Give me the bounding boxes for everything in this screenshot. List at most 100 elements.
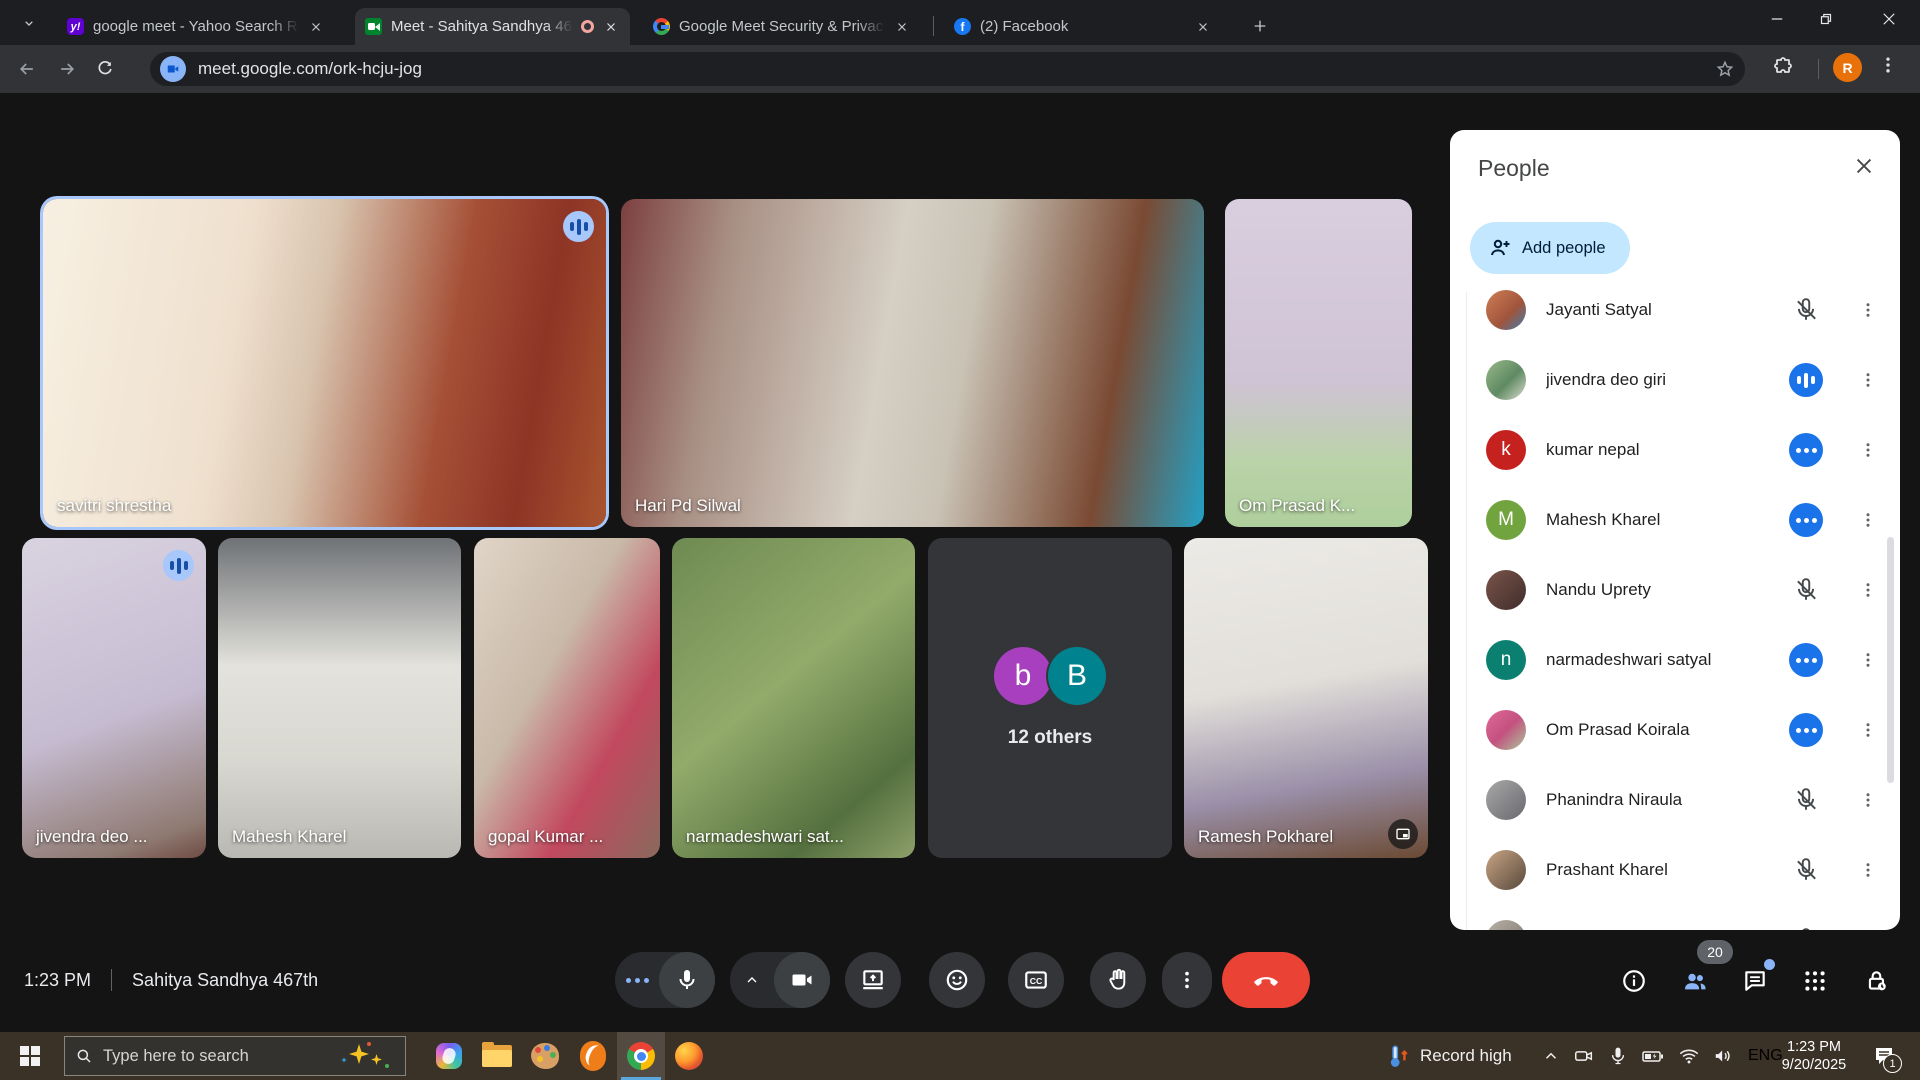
back-button[interactable] (11, 53, 43, 85)
notification-count-badge: 1 (1883, 1054, 1902, 1073)
reload-button[interactable] (89, 53, 121, 85)
forward-button[interactable] (51, 53, 83, 85)
participant-menu-button[interactable] (1856, 301, 1880, 319)
extensions-button[interactable] (1771, 55, 1795, 79)
add-people-button[interactable]: Add people (1470, 222, 1630, 274)
url-text[interactable]: meet.google.com/ork-hcju-jog (198, 59, 1715, 79)
video-tile-om-prasad[interactable]: Om Prasad K... (1225, 199, 1412, 527)
participant-menu-button[interactable] (1856, 511, 1880, 529)
address-bar[interactable]: meet.google.com/ork-hcju-jog (150, 52, 1745, 86)
window-minimize-button[interactable] (1754, 0, 1800, 38)
participant-menu-button[interactable] (1856, 861, 1880, 879)
meeting-details-button[interactable] (1620, 967, 1648, 995)
window-maximize-button[interactable] (1803, 0, 1849, 38)
people-panel-close-button[interactable] (1850, 152, 1878, 180)
taskbar-app-copilot[interactable] (425, 1032, 473, 1080)
audio-on-icon (1786, 503, 1826, 537)
taskbar-app-firefox[interactable] (665, 1032, 713, 1080)
tray-volume-icon[interactable] (1713, 1045, 1735, 1067)
reactions-button[interactable] (929, 952, 985, 1008)
people-panel-button[interactable] (1681, 967, 1709, 995)
window-close-button[interactable] (1866, 0, 1912, 38)
videocam-icon[interactable] (774, 952, 830, 1008)
profile-avatar[interactable]: R (1833, 53, 1862, 82)
participant-list: Jayanti Satyal jivendra deo giri (1450, 275, 1900, 930)
overflow-tile-12-others[interactable]: b B 12 others (928, 538, 1172, 858)
tray-battery-icon[interactable] (1641, 1044, 1665, 1068)
action-center-button[interactable]: 1 (1862, 1032, 1906, 1080)
participant-menu-button[interactable] (1856, 371, 1880, 389)
panel-scrollbar[interactable] (1887, 537, 1894, 783)
end-call-button[interactable] (1222, 952, 1310, 1008)
video-tile-gopal-kumar[interactable]: gopal Kumar ... (474, 538, 660, 858)
browser-menu-button[interactable] (1878, 55, 1898, 75)
video-tile-savitri-shrestha[interactable]: savitri shrestha (43, 199, 606, 527)
mic-off-icon (1786, 857, 1826, 883)
microphone-button[interactable] (615, 952, 715, 1008)
tab-yahoo-search[interactable]: y! google meet - Yahoo Search Re (57, 8, 335, 45)
start-button[interactable] (0, 1032, 60, 1080)
tab-facebook[interactable]: f (2) Facebook (944, 8, 1222, 45)
camera-button[interactable] (730, 952, 830, 1008)
participant-row[interactable]: k kumar nepal (1450, 415, 1900, 485)
participant-row[interactable]: Phanindra Niraula (1450, 765, 1900, 835)
tray-chevron-up-icon[interactable] (1542, 1047, 1560, 1065)
tab-close-icon[interactable] (307, 18, 325, 36)
participant-row[interactable]: jivendra deo giri (1450, 345, 1900, 415)
minimize-icon (1768, 10, 1786, 28)
participant-menu-button[interactable] (1856, 651, 1880, 669)
taskbar-app-paint[interactable] (521, 1032, 569, 1080)
tab-close-icon[interactable] (893, 18, 911, 36)
host-controls-button[interactable] (1863, 967, 1891, 995)
avatar (1486, 850, 1526, 890)
participant-row[interactable]: Jayanti Satyal (1450, 275, 1900, 345)
tile-name: narmadeshwari sat... (686, 827, 844, 847)
raise-hand-button[interactable] (1090, 952, 1146, 1008)
camera-in-use-icon[interactable] (160, 56, 186, 82)
tab-meet-active[interactable]: Meet - Sahitya Sandhya 467 (355, 8, 630, 45)
new-tab-button[interactable] (1246, 12, 1274, 40)
meeting-clock: 1:23 PM (24, 970, 91, 991)
taskbar-search[interactable]: Type here to search (64, 1036, 406, 1076)
tray-camera-icon[interactable] (1573, 1045, 1595, 1067)
participant-row[interactable]: M Mahesh Kharel (1450, 485, 1900, 555)
video-tile-ramesh-pokharel[interactable]: Ramesh Pokharel (1184, 538, 1428, 858)
video-tile-jivendra-deo[interactable]: jivendra deo ... (22, 538, 206, 858)
present-icon (860, 967, 886, 993)
tab-search-button[interactable] (16, 10, 42, 36)
search-highlights-icon[interactable] (335, 1041, 395, 1071)
tab-close-icon[interactable] (1194, 18, 1212, 36)
participant-row[interactable]: n narmadeshwari satyal (1450, 625, 1900, 695)
participant-row-partial[interactable] (1450, 905, 1900, 930)
tray-mic-icon[interactable] (1608, 1046, 1628, 1066)
picture-in-picture-button[interactable] (1388, 819, 1418, 849)
captions-button[interactable]: CC (1008, 952, 1064, 1008)
tray-wifi-icon[interactable] (1678, 1045, 1700, 1067)
participant-row[interactable]: Om Prasad Koirala (1450, 695, 1900, 765)
video-tile-narmadeshwari[interactable]: narmadeshwari sat... (672, 538, 915, 858)
bookmark-star-button[interactable] (1715, 59, 1735, 79)
tab-close-icon[interactable] (602, 18, 620, 36)
participant-menu-button[interactable] (1856, 441, 1880, 459)
participant-menu-button[interactable] (1856, 791, 1880, 809)
toolbar-divider (1818, 59, 1819, 79)
taskbar-app-file-explorer[interactable] (473, 1032, 521, 1080)
tab-meet-security[interactable]: Google Meet Security & Privacy (643, 8, 921, 45)
participant-menu-button[interactable] (1856, 581, 1880, 599)
video-tile-hari-pd-silwal[interactable]: Hari Pd Silwal (621, 199, 1204, 527)
chat-button[interactable] (1741, 967, 1769, 995)
participant-row[interactable]: Prashant Kharel (1450, 835, 1900, 905)
taskbar-app-chrome-active[interactable] (617, 1032, 665, 1080)
participant-row[interactable]: Nandu Uprety (1450, 555, 1900, 625)
activities-button[interactable] (1801, 967, 1829, 995)
mic-icon[interactable] (659, 952, 715, 1008)
present-screen-button[interactable] (845, 952, 901, 1008)
taskbar-clock[interactable]: 1:23 PM 9/20/2025 (1772, 1032, 1856, 1080)
camera-options-chevron-icon[interactable] (730, 972, 774, 988)
taskbar-app-orange[interactable] (569, 1032, 617, 1080)
more-options-button[interactable] (1162, 952, 1212, 1008)
video-tile-mahesh-kharel[interactable]: Mahesh Kharel (218, 538, 461, 858)
participant-menu-button[interactable] (1856, 721, 1880, 739)
taskbar-weather[interactable]: Record high (1386, 1032, 1512, 1080)
avatar: k (1486, 430, 1526, 470)
